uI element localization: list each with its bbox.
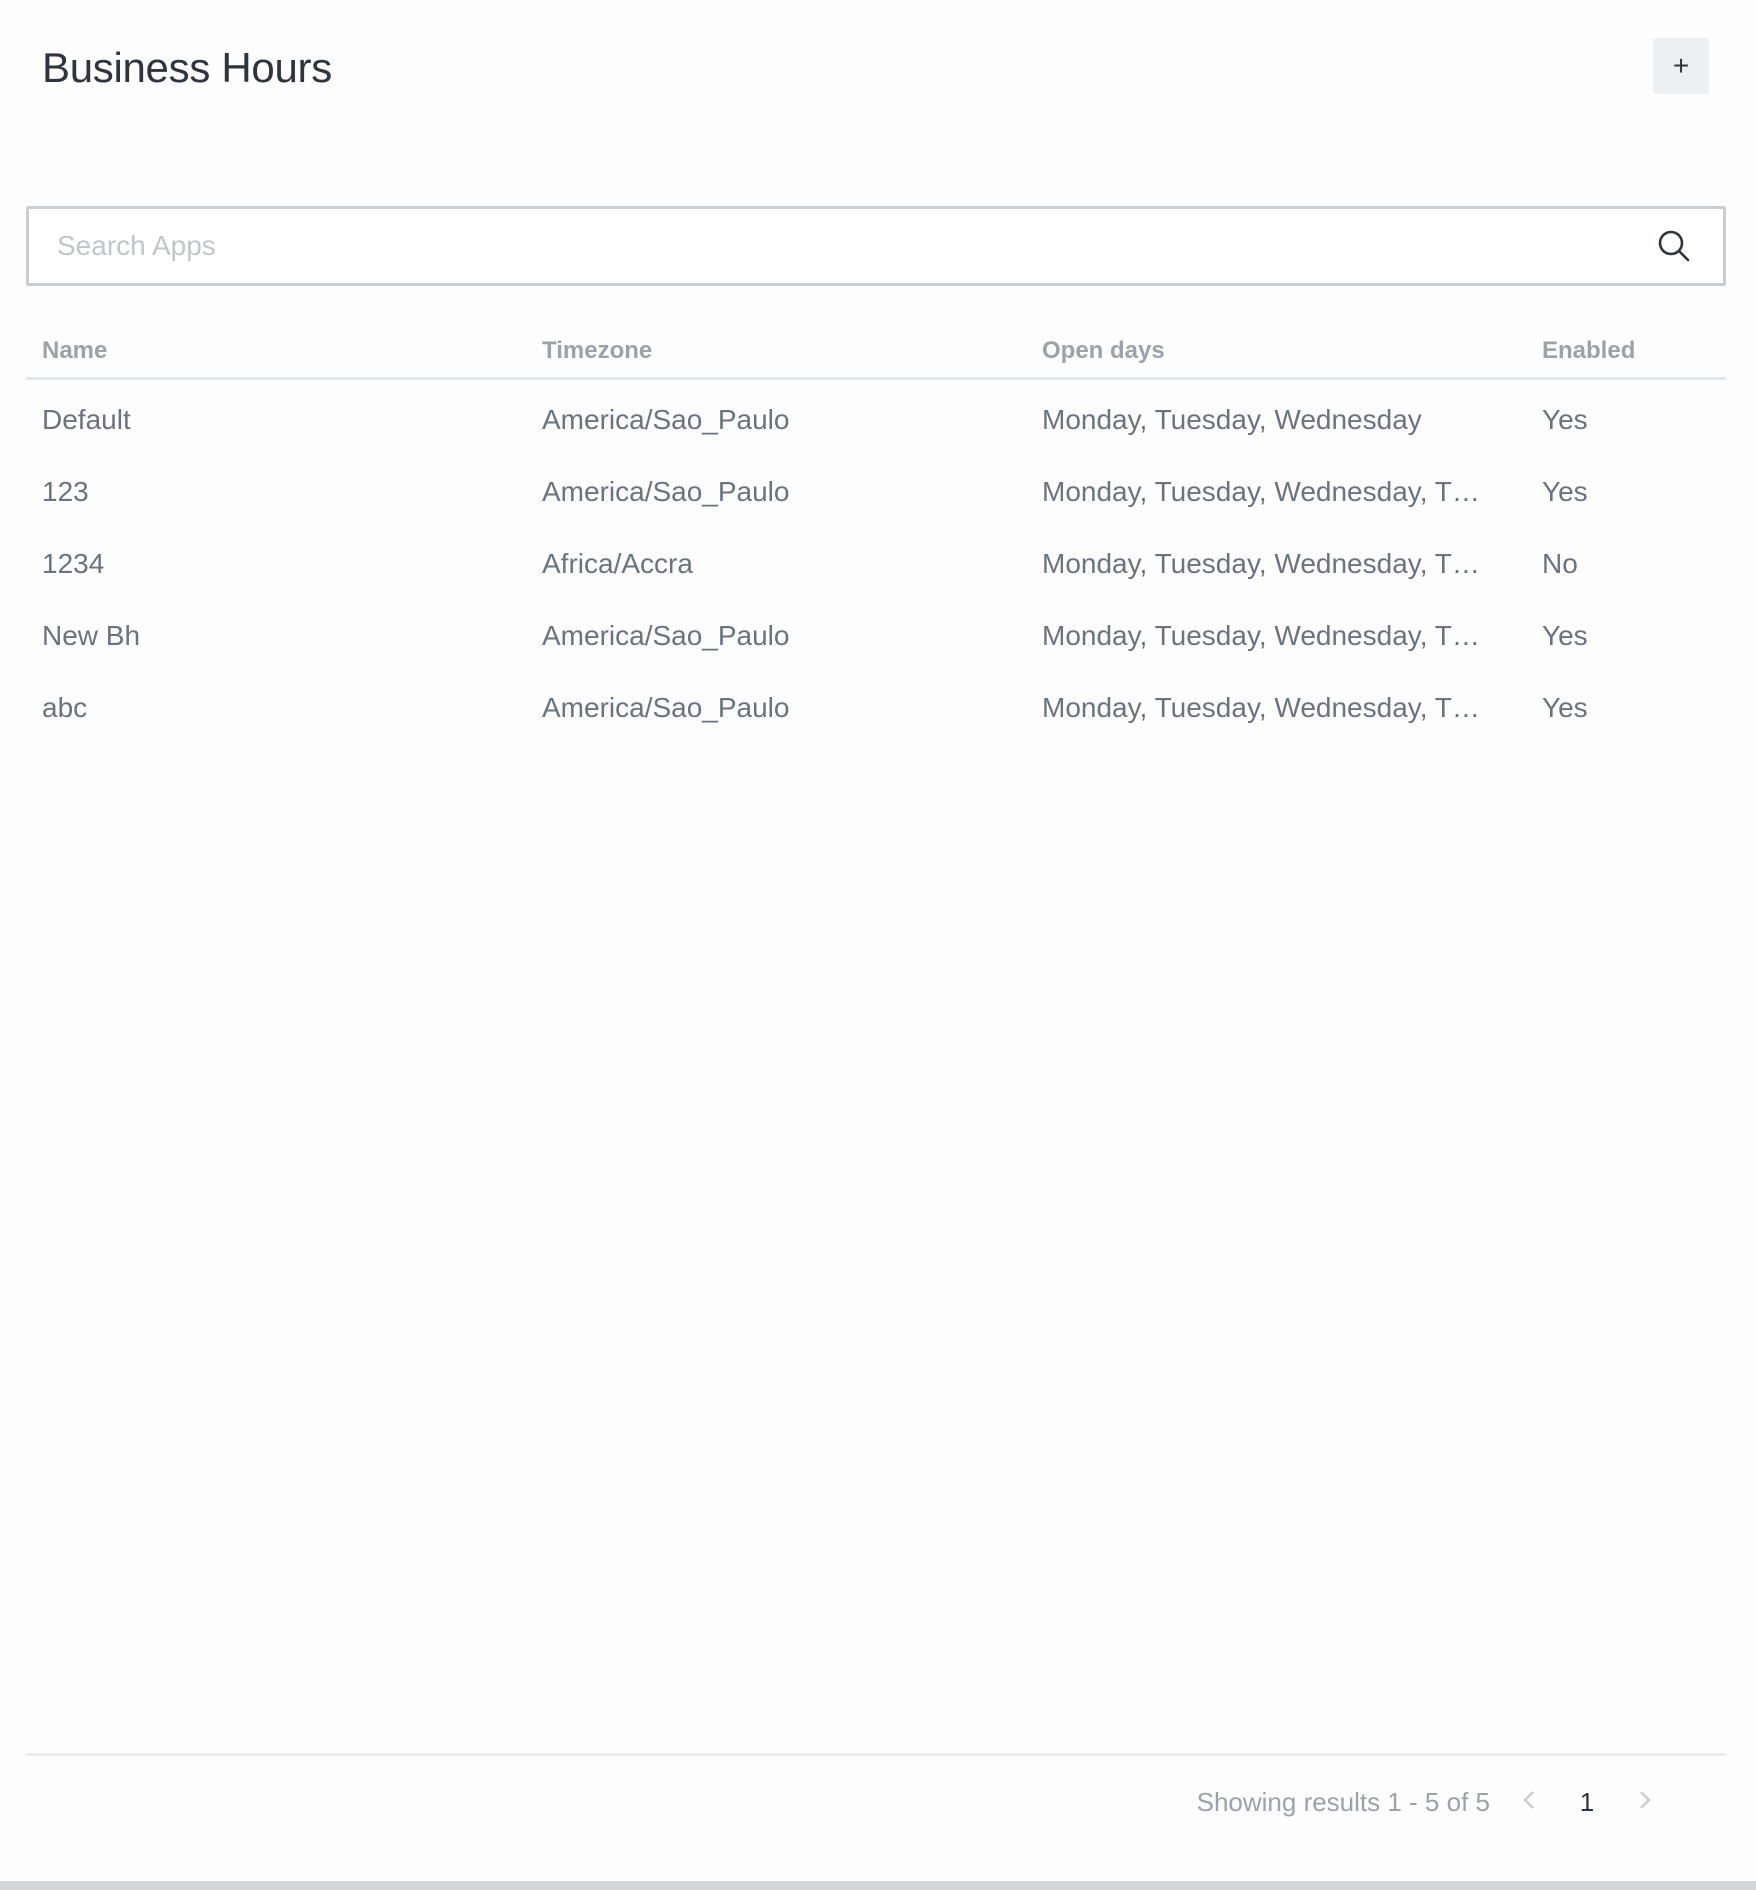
cell-enabled: Yes xyxy=(1542,692,1588,723)
cell-open-days: Monday, Tuesday, Wednesday, Th... xyxy=(1042,548,1491,579)
page-number[interactable]: 1 xyxy=(1562,1787,1612,1818)
column-header-name[interactable]: Name xyxy=(26,337,526,365)
table-row[interactable]: abc America/Sao_Paulo Monday, Tuesday, W… xyxy=(26,672,1726,744)
cell-name: 123 xyxy=(42,476,89,507)
cell-timezone: Africa/Accra xyxy=(542,548,693,579)
search-icon[interactable] xyxy=(1655,227,1693,265)
column-header-enabled[interactable]: Enabled xyxy=(1526,337,1726,365)
results-count: Showing results 1 - 5 of 5 xyxy=(1196,1786,1490,1817)
search-input[interactable] xyxy=(29,209,1655,283)
chevron-right-icon[interactable] xyxy=(1630,1787,1660,1818)
business-hours-table: Name Timezone Open days Enabled Default … xyxy=(26,324,1726,744)
cell-open-days: Monday, Tuesday, Wednesday, Th... xyxy=(1042,620,1491,651)
horizontal-scrollbar[interactable] xyxy=(0,1881,1756,1890)
cell-open-days: Monday, Tuesday, Wednesday, Th... xyxy=(1042,476,1491,507)
cell-name: abc xyxy=(42,692,88,723)
footer-divider xyxy=(26,1753,1726,1756)
business-hours-page: Business Hours + Name Timezone Open days… xyxy=(0,0,1756,1890)
table-row[interactable]: New Bh America/Sao_Paulo Monday, Tuesday… xyxy=(26,600,1726,672)
page-title: Business Hours xyxy=(42,44,332,91)
column-header-open-days[interactable]: Open days xyxy=(1026,337,1526,365)
table-header: Name Timezone Open days Enabled xyxy=(26,324,1726,380)
table-row[interactable]: 1234 Africa/Accra Monday, Tuesday, Wedne… xyxy=(26,528,1726,600)
table-row[interactable]: 123 America/Sao_Paulo Monday, Tuesday, W… xyxy=(26,456,1726,528)
table-row[interactable]: Default America/Sao_Paulo Monday, Tuesda… xyxy=(26,384,1726,456)
cell-enabled: Yes xyxy=(1542,476,1588,507)
cell-timezone: America/Sao_Paulo xyxy=(542,620,790,651)
cell-name: 1234 xyxy=(42,548,105,579)
cell-enabled: Yes xyxy=(1542,404,1588,435)
cell-timezone: America/Sao_Paulo xyxy=(542,476,790,507)
cell-name: New Bh xyxy=(42,620,141,651)
cell-name: Default xyxy=(42,404,131,435)
add-button[interactable]: + xyxy=(1653,38,1709,94)
plus-icon: + xyxy=(1672,50,1690,81)
cell-timezone: America/Sao_Paulo xyxy=(542,692,790,723)
cell-open-days: Monday, Tuesday, Wednesday, Th... xyxy=(1042,692,1491,723)
pagination: Showing results 1 - 5 of 5 1 xyxy=(1197,1780,1660,1824)
cell-timezone: America/Sao_Paulo xyxy=(542,404,790,435)
cell-open-days: Monday, Tuesday, Wednesday xyxy=(1042,404,1422,435)
cell-enabled: No xyxy=(1542,548,1578,579)
chevron-left-icon[interactable] xyxy=(1514,1787,1544,1818)
column-header-timezone[interactable]: Timezone xyxy=(526,337,1026,365)
search-bar xyxy=(26,206,1726,286)
cell-enabled: Yes xyxy=(1542,620,1588,651)
